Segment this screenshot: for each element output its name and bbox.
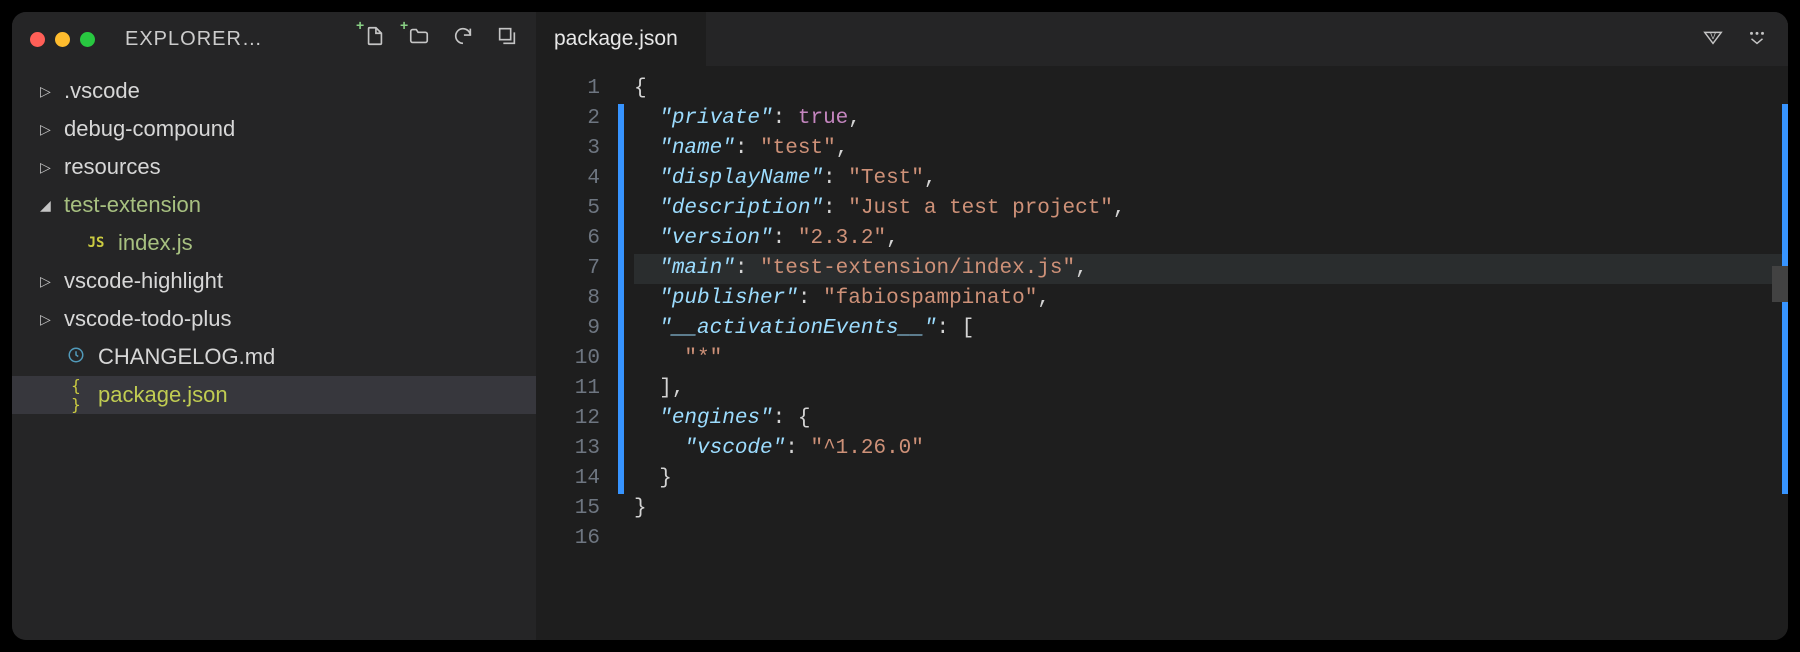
minimize-window-icon[interactable] xyxy=(55,32,70,47)
json-file-icon: { } xyxy=(64,376,88,414)
tree-item[interactable]: ▷ vscode-todo-plus xyxy=(12,300,536,338)
tree-item[interactable]: { } package.json xyxy=(12,376,536,414)
collapse-all-icon[interactable] xyxy=(496,25,518,53)
tree-item-label: test-extension xyxy=(64,192,201,218)
code-line[interactable]: { xyxy=(634,74,1788,104)
tree-item[interactable]: ▷ debug-compound xyxy=(12,110,536,148)
tree-item[interactable]: ▷ resources xyxy=(12,148,536,186)
svg-text:V: V xyxy=(1710,31,1716,40)
tree-item-label: resources xyxy=(64,154,161,180)
code-line[interactable]: "main": "test-extension/index.js", xyxy=(634,254,1788,284)
tab-bar: package.json V xyxy=(536,12,1788,66)
tab-title: package.json xyxy=(554,27,678,51)
tree-item-label: index.js xyxy=(118,230,193,256)
js-file-icon: JS xyxy=(84,235,108,251)
chevron-right-icon: ▷ xyxy=(40,274,54,288)
chevron-right-icon: ▷ xyxy=(40,160,54,174)
tree-item[interactable]: ▷ .vscode xyxy=(12,72,536,110)
code-body[interactable]: { "private": true, "name": "test", "disp… xyxy=(624,66,1788,640)
tree-item-label: debug-compound xyxy=(64,116,235,142)
sidebar: EXPLORER… + + ▷ .vscode ▷ debug-compound ▷ re… xyxy=(12,12,536,640)
zoom-window-icon[interactable] xyxy=(80,32,95,47)
refresh-icon[interactable] xyxy=(452,25,474,53)
tree-item-label: vscode-todo-plus xyxy=(64,306,232,332)
tree-item-label: .vscode xyxy=(64,78,140,104)
editor-actions: V xyxy=(1702,12,1788,66)
code-line[interactable]: "description": "Just a test project", xyxy=(634,194,1788,224)
code-line[interactable]: "private": true, xyxy=(634,104,1788,134)
titlebar: EXPLORER… + + xyxy=(12,12,536,66)
tab-package-json[interactable]: package.json xyxy=(536,12,707,66)
explorer-title: EXPLORER… xyxy=(125,28,263,51)
code-line[interactable]: "*" xyxy=(634,344,1788,374)
chevron-down-icon: ◢ xyxy=(40,198,54,212)
code-line[interactable]: "engines": { xyxy=(634,404,1788,434)
code-line[interactable]: "displayName": "Test", xyxy=(634,164,1788,194)
tree-item[interactable]: JS index.js xyxy=(12,224,536,262)
tree-item-label: vscode-highlight xyxy=(64,268,223,294)
code-line[interactable]: } xyxy=(634,494,1788,524)
code-line[interactable]: "__activationEvents__": [ xyxy=(634,314,1788,344)
chevron-right-icon: ▷ xyxy=(40,312,54,326)
tree-item-label: package.json xyxy=(98,382,228,408)
code-line[interactable]: ], xyxy=(634,374,1788,404)
scrollbar[interactable] xyxy=(1772,66,1788,640)
scroll-thumb[interactable] xyxy=(1772,266,1788,302)
tree-item[interactable]: ▷ vscode-highlight xyxy=(12,262,536,300)
tree-item[interactable]: ◢ test-extension xyxy=(12,186,536,224)
new-folder-icon[interactable]: + xyxy=(408,25,430,53)
more-actions-icon[interactable] xyxy=(1746,26,1768,53)
line-gutter: 12345678910111213141516 xyxy=(536,66,618,640)
chevron-right-icon: ▷ xyxy=(40,122,54,136)
changelog-clock-icon xyxy=(64,346,88,368)
version-lens-icon[interactable]: V xyxy=(1702,26,1724,53)
explorer-actions: + + xyxy=(364,25,518,53)
close-window-icon[interactable] xyxy=(30,32,45,47)
code-line[interactable]: "version": "2.3.2", xyxy=(634,224,1788,254)
code-area[interactable]: 12345678910111213141516 { "private": tru… xyxy=(536,66,1788,640)
window-controls xyxy=(30,32,95,47)
new-file-icon[interactable]: + xyxy=(364,25,386,53)
editor: package.json V 12345678910111213141516 {… xyxy=(536,12,1788,640)
tree-item-label: CHANGELOG.md xyxy=(98,344,275,370)
code-line[interactable]: "name": "test", xyxy=(634,134,1788,164)
chevron-right-icon: ▷ xyxy=(40,84,54,98)
file-tree: ▷ .vscode ▷ debug-compound ▷ resources ◢ test-e… xyxy=(12,66,536,414)
code-line[interactable]: "publisher": "fabiospampinato", xyxy=(634,284,1788,314)
tree-item[interactable]: CHANGELOG.md xyxy=(12,338,536,376)
code-line[interactable]: } xyxy=(634,464,1788,494)
code-line[interactable]: "vscode": "^1.26.0" xyxy=(634,434,1788,464)
code-line[interactable] xyxy=(634,524,1788,554)
